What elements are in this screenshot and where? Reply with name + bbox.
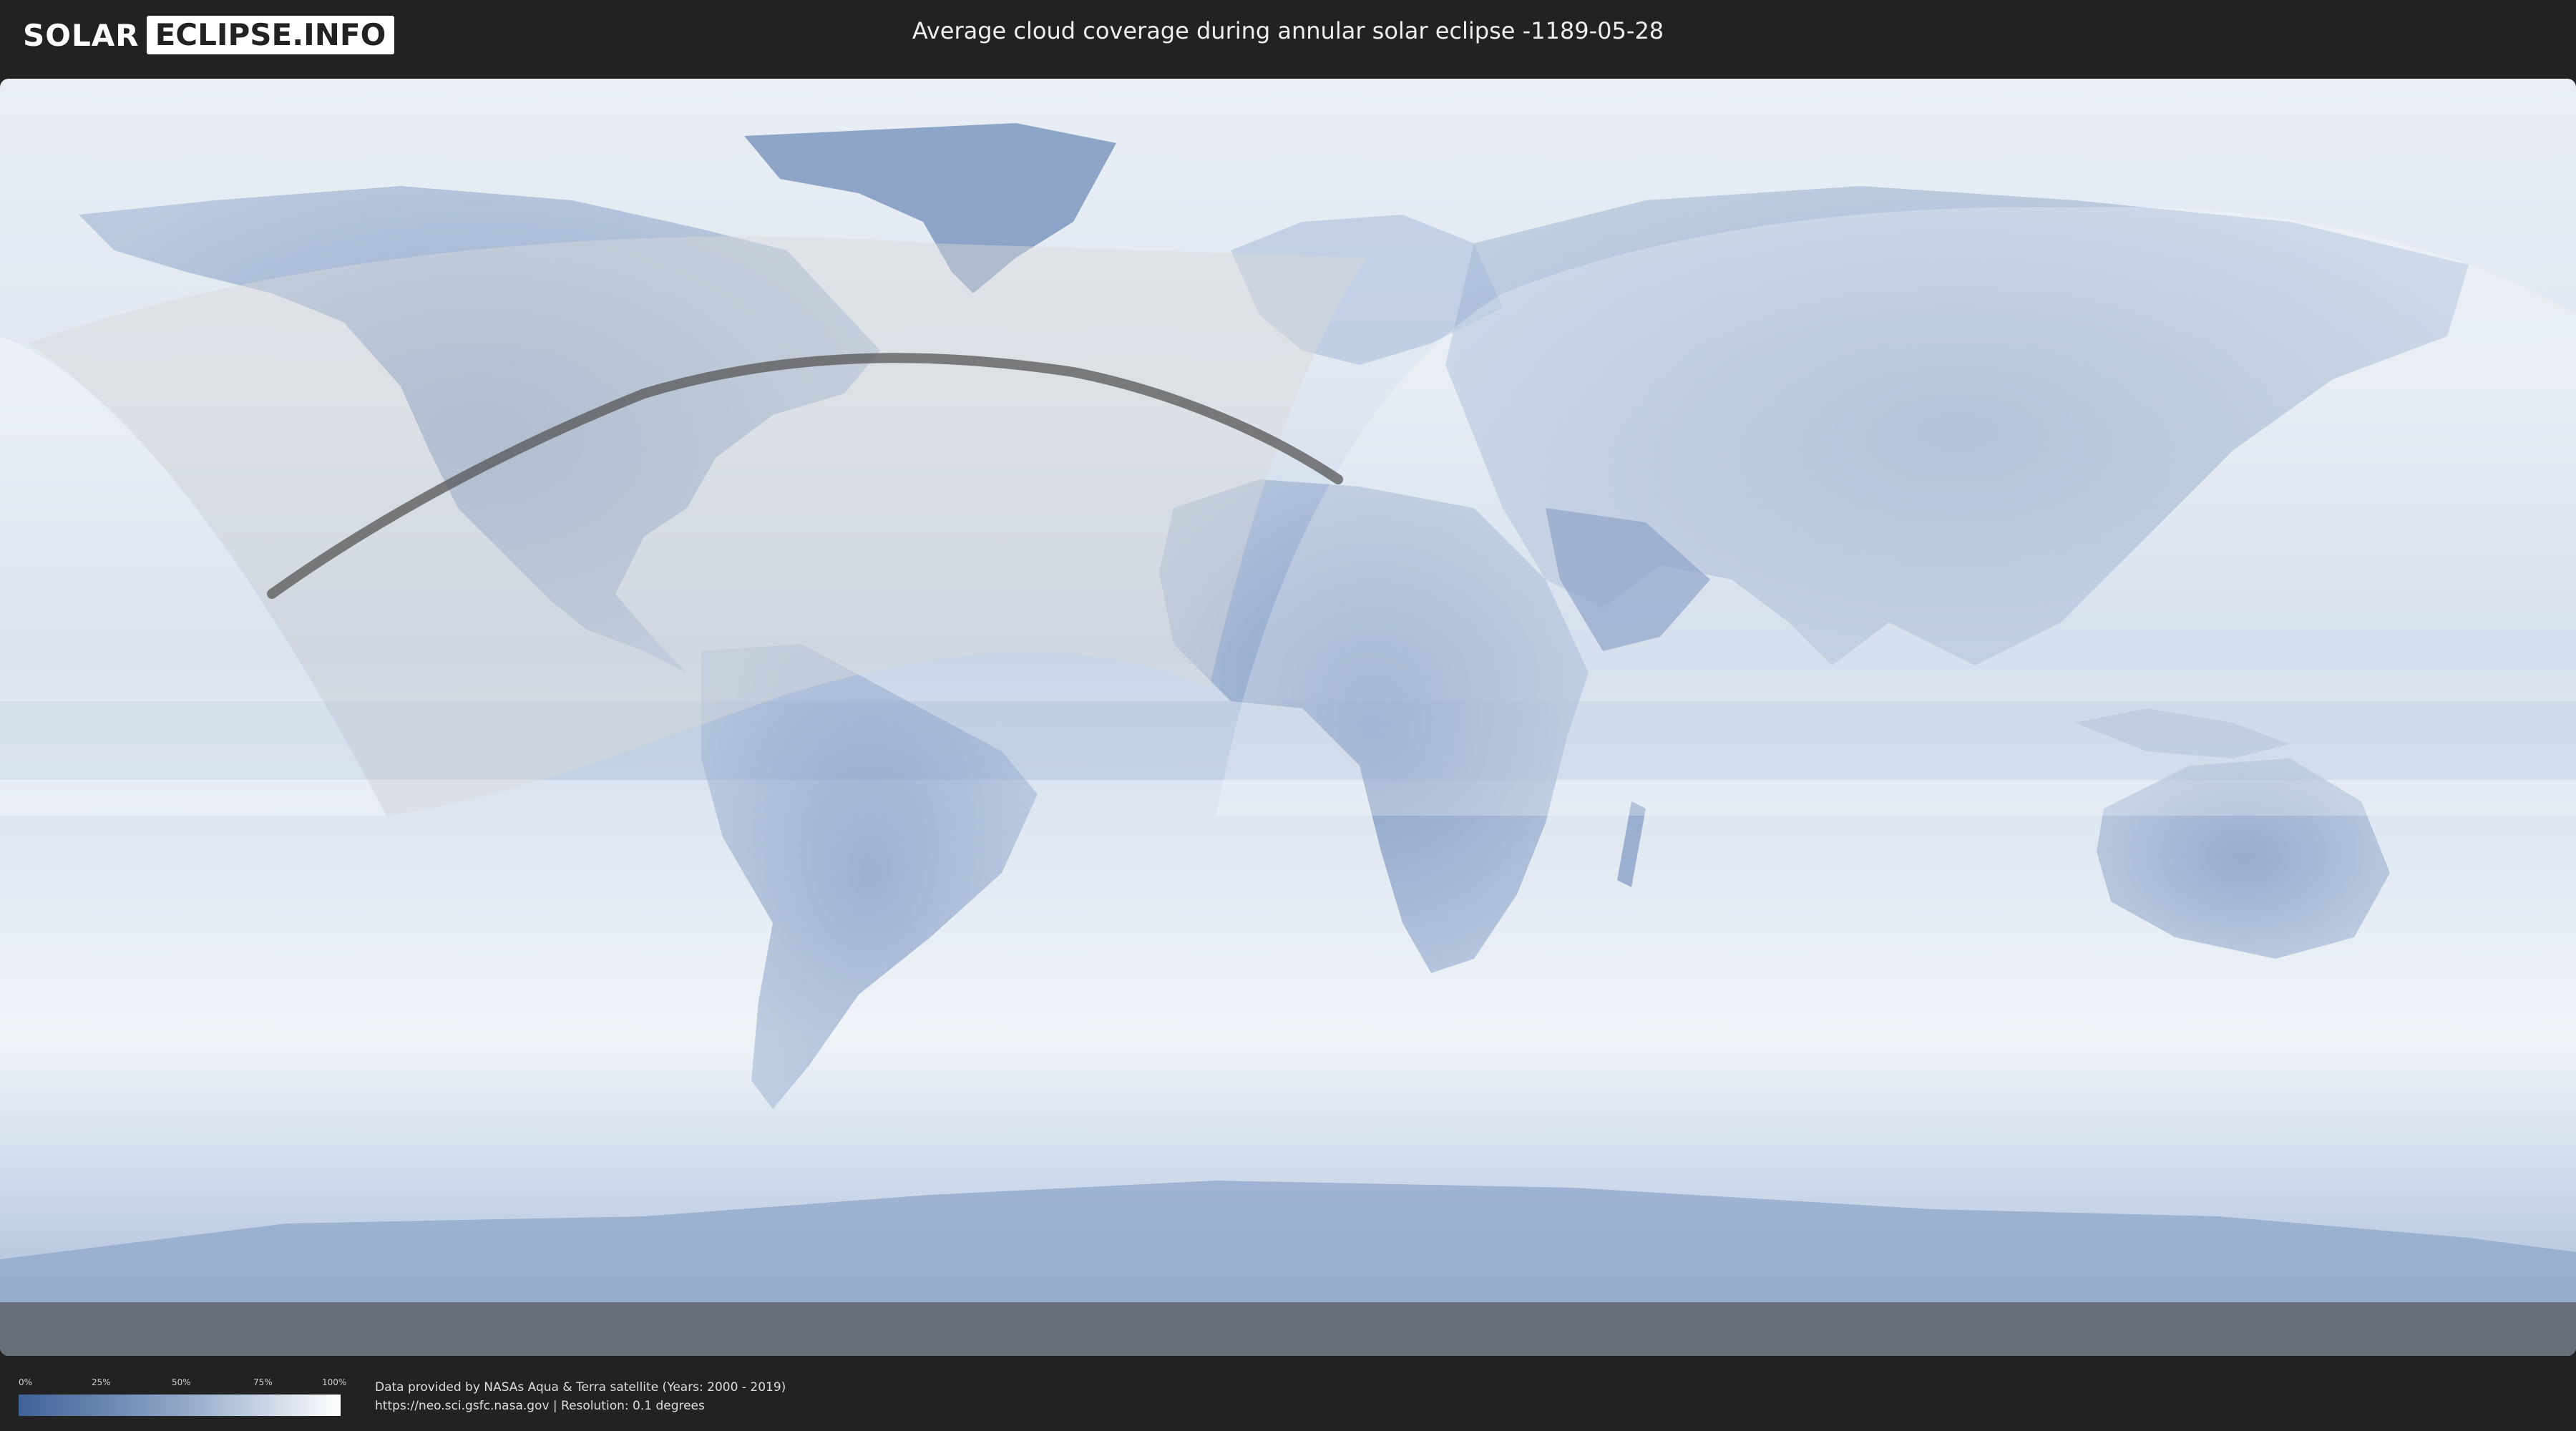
credits-line-1: Data provided by NASAs Aqua & Terra sate… xyxy=(375,1380,786,1395)
legend-tick-50: 50% xyxy=(172,1377,191,1387)
credits-line-2: https://neo.sci.gsfc.nasa.gov | Resoluti… xyxy=(375,1399,705,1413)
legend-tick-100: 100% xyxy=(322,1377,347,1387)
legend-tick-25: 25% xyxy=(92,1377,111,1387)
data-credits: Data provided by NASAs Aqua & Terra sate… xyxy=(375,1378,786,1415)
header-bar: SOLAR ECLIPSE.INFO Average cloud coverag… xyxy=(0,0,2576,72)
cloud-coverage-map[interactable] xyxy=(0,79,2576,1356)
legend-ticks: 0% 25% 50% 75% 100% xyxy=(19,1377,346,1392)
legend-color-bar xyxy=(19,1395,341,1416)
page-title: Average cloud coverage during annular so… xyxy=(912,17,1664,44)
legend-tick-0: 0% xyxy=(19,1377,33,1387)
map-bottom-shade xyxy=(0,1302,2576,1356)
cloud-coverage-legend: 0% 25% 50% 75% 100% xyxy=(19,1377,346,1416)
legend-tick-75: 75% xyxy=(253,1377,273,1387)
